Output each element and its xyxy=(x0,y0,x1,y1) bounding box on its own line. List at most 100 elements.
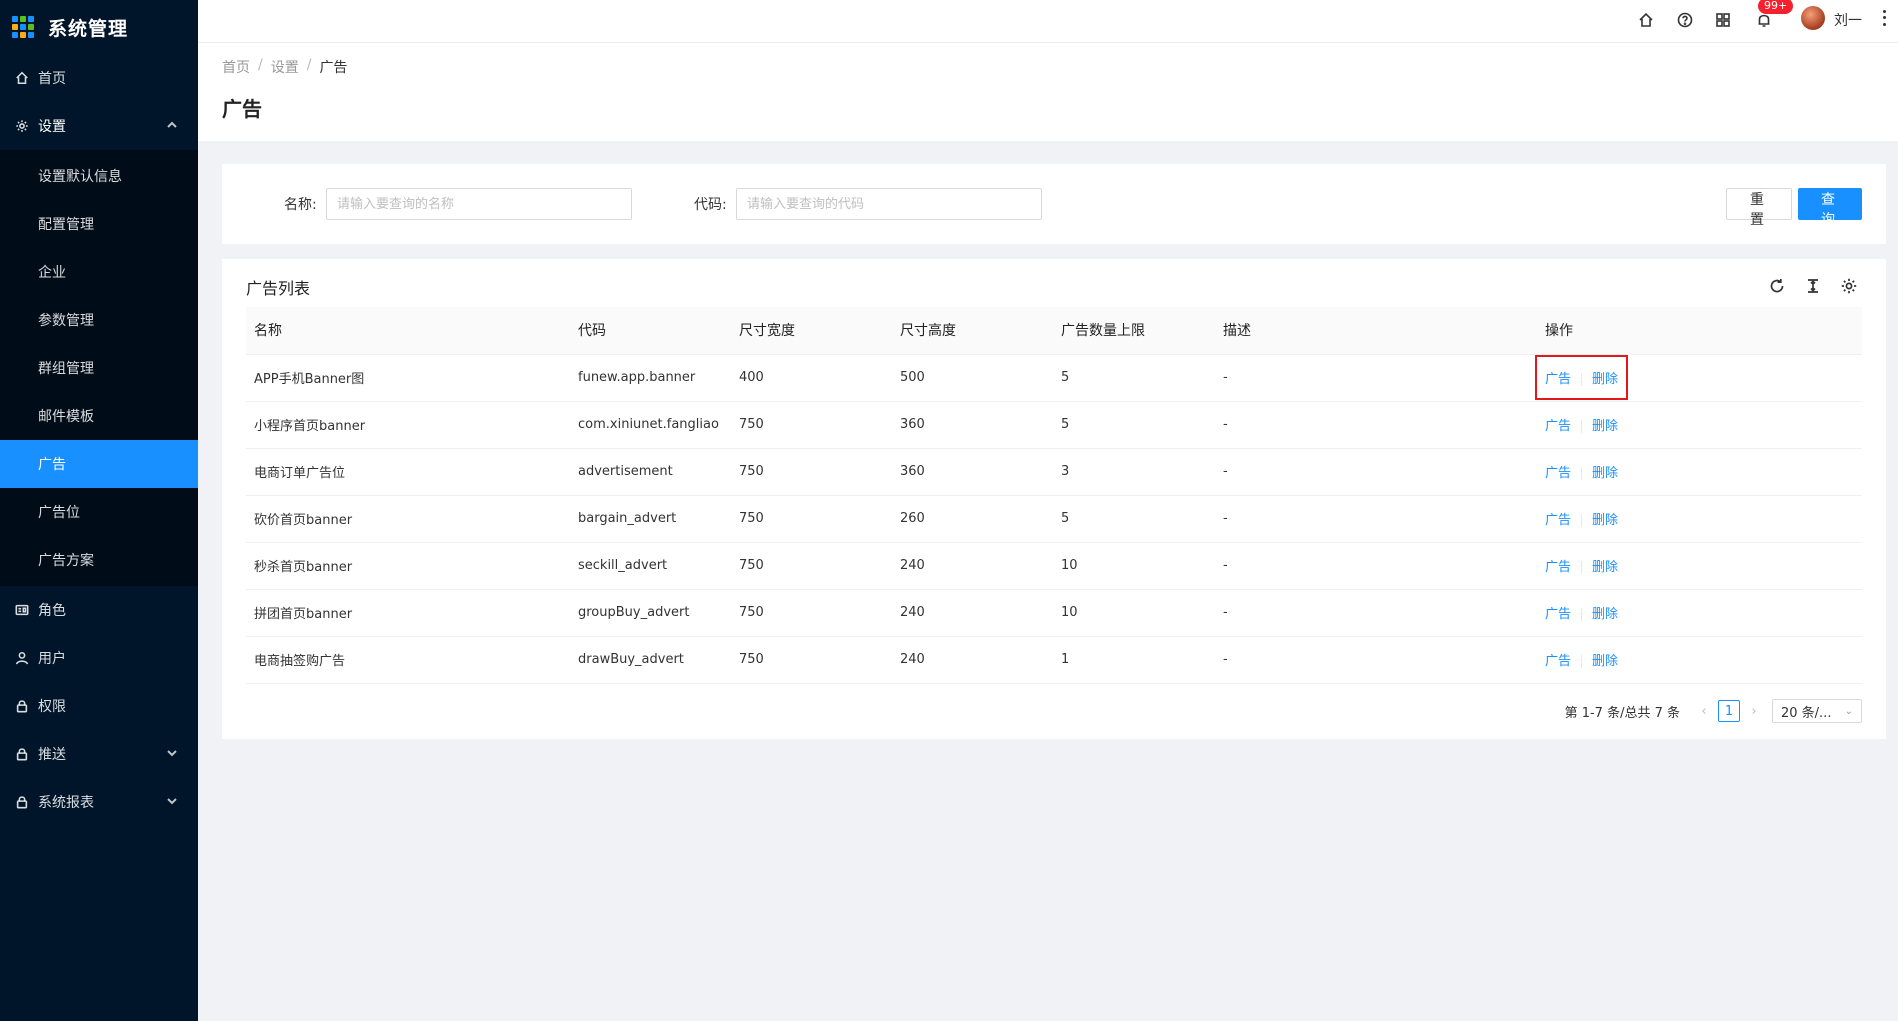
pagination-total: 第 1-7 条/总共 7 条 xyxy=(1564,705,1680,721)
sidebar-item-push[interactable]: 推送 xyxy=(0,730,198,778)
gear-icon xyxy=(14,118,30,134)
sidebar-item-config[interactable]: 配置管理 xyxy=(0,200,198,248)
settings-icon[interactable] xyxy=(1838,275,1860,297)
sidebar-item-permissions[interactable]: 权限 xyxy=(0,682,198,730)
breadcrumb-home[interactable]: 首页 xyxy=(222,57,250,77)
cell-code: com.xiniunet.fangliao xyxy=(570,401,731,449)
app-grid-logo-icon xyxy=(12,16,34,38)
table-row: 秒杀首页banner seckill_advert 750 240 10- 广告 删除 xyxy=(246,542,1862,590)
column-header-description[interactable]: 描述 xyxy=(1215,307,1537,355)
column-header-height[interactable]: 尺寸高度 xyxy=(892,307,1053,355)
settings-submenu: 设置默认信息 配置管理 企业 参数管理 群组管理 邮件模板 广告 广告位 广告方… xyxy=(0,150,198,586)
cell-max-count: 1 xyxy=(1053,636,1215,684)
delete-action-link[interactable]: 删除 xyxy=(1592,513,1618,528)
breadcrumb-settings[interactable]: 设置 xyxy=(271,57,299,77)
delete-action-link[interactable]: 删除 xyxy=(1592,560,1618,575)
delete-action-link[interactable]: 删除 xyxy=(1592,607,1618,622)
row-actions: 广告 删除 xyxy=(1545,509,1618,528)
app-title: 系统管理 xyxy=(48,17,129,40)
sidebar-item-reports[interactable]: 系统报表 xyxy=(0,778,198,826)
advert-action-link[interactable]: 广告 xyxy=(1545,560,1571,575)
cell-height: 240 xyxy=(892,636,1053,684)
user-icon xyxy=(14,650,30,666)
action-divider xyxy=(1581,655,1583,668)
advert-action-link[interactable]: 广告 xyxy=(1545,513,1571,528)
action-divider xyxy=(1581,420,1583,433)
id-card-icon xyxy=(14,602,30,618)
row-actions: 广告 删除 xyxy=(1545,415,1618,434)
logo[interactable]: 系统管理 xyxy=(0,0,198,54)
page-size-select[interactable]: 20 条/... ⌄ xyxy=(1772,699,1862,723)
refresh-icon[interactable] xyxy=(1766,275,1788,297)
chevron-down-icon: ⌄ xyxy=(1844,705,1853,717)
query-button[interactable]: 查询 xyxy=(1798,188,1862,228)
cell-height: 240 xyxy=(892,589,1053,637)
sidebar-item-label: 首页 xyxy=(38,71,66,87)
column-header-max-count[interactable]: 广告数量上限 xyxy=(1053,307,1215,355)
cell-name: 拼团首页banner xyxy=(246,589,570,637)
cell-description: - xyxy=(1215,495,1537,543)
next-page-icon[interactable]: › xyxy=(1744,701,1764,721)
avatar[interactable] xyxy=(1801,6,1825,30)
cell-width: 750 xyxy=(731,636,892,684)
column-header-code[interactable]: 代码 xyxy=(570,307,731,355)
cell-width: 750 xyxy=(731,589,892,637)
sidebar-item-default-info[interactable]: 设置默认信息 xyxy=(0,152,198,200)
username[interactable]: 刘一 xyxy=(1834,10,1862,30)
column-height-icon[interactable] xyxy=(1802,275,1824,297)
sidebar-item-groups[interactable]: 群组管理 xyxy=(0,344,198,392)
action-divider xyxy=(1581,467,1583,480)
code-search-input[interactable] xyxy=(736,188,1042,220)
more-vertical-icon[interactable] xyxy=(1881,8,1887,28)
delete-action-link[interactable]: 删除 xyxy=(1592,372,1618,387)
sidebar-item-advert-slot[interactable]: 广告位 xyxy=(0,488,198,536)
row-actions: 广告 删除 xyxy=(1545,650,1618,669)
cell-name: APP手机Banner图 xyxy=(246,354,570,402)
cell-actions: 广告 删除 xyxy=(1537,636,1862,684)
delete-action-link[interactable]: 删除 xyxy=(1592,466,1618,481)
cell-width: 750 xyxy=(731,448,892,496)
cell-height: 500 xyxy=(892,354,1053,402)
advert-table: 名称 代码 尺寸宽度 尺寸高度 广告数量上限 描述 操作 APP手机Banner… xyxy=(246,307,1862,684)
advert-action-link[interactable]: 广告 xyxy=(1545,466,1571,481)
lock-icon xyxy=(14,746,30,762)
help-icon[interactable] xyxy=(1675,10,1695,30)
cell-width: 750 xyxy=(731,401,892,449)
advert-action-link[interactable]: 广告 xyxy=(1545,372,1571,387)
advert-action-link[interactable]: 广告 xyxy=(1545,654,1571,669)
delete-action-link[interactable]: 删除 xyxy=(1592,654,1618,669)
breadcrumb-separator: / xyxy=(306,57,312,73)
delete-action-link[interactable]: 删除 xyxy=(1592,419,1618,434)
home-icon[interactable] xyxy=(1636,10,1656,30)
advert-action-link[interactable]: 广告 xyxy=(1545,607,1571,622)
table-title: 广告列表 xyxy=(246,279,311,298)
sidebar-item-settings[interactable]: 设置 xyxy=(0,102,198,150)
pagination: 第 1-7 条/总共 7 条 ‹ 1 › 20 条/... ⌄ xyxy=(1565,699,1862,723)
top-header: 99+ 刘一 xyxy=(198,0,1898,43)
sidebar-item-advert-plan[interactable]: 广告方案 xyxy=(0,536,198,584)
column-header-name[interactable]: 名称 xyxy=(246,307,570,355)
sidebar-item-users[interactable]: 用户 xyxy=(0,634,198,682)
sidebar-item-mail-template[interactable]: 邮件模板 xyxy=(0,392,198,440)
cell-name: 砍价首页banner xyxy=(246,495,570,543)
sidebar-item-params[interactable]: 参数管理 xyxy=(0,296,198,344)
sidebar-item-enterprise[interactable]: 企业 xyxy=(0,248,198,296)
reset-button[interactable]: 重置 xyxy=(1726,188,1792,228)
code-label: 代码: xyxy=(694,197,727,213)
row-actions: 广告 删除 xyxy=(1545,556,1618,575)
sidebar-item-advert[interactable]: 广告 xyxy=(0,440,198,488)
column-header-width[interactable]: 尺寸宽度 xyxy=(731,307,892,355)
prev-page-icon[interactable]: ‹ xyxy=(1694,701,1714,721)
page-number-current[interactable]: 1 xyxy=(1718,700,1740,722)
cell-code: advertisement xyxy=(570,448,731,496)
cell-name: 电商订单广告位 xyxy=(246,448,570,496)
cell-description: - xyxy=(1215,589,1537,637)
name-search-input[interactable] xyxy=(326,188,632,220)
sidebar-item-home[interactable]: 首页 xyxy=(0,54,198,102)
cell-description: - xyxy=(1215,448,1537,496)
cell-actions: 广告 删除 xyxy=(1537,448,1862,496)
apps-grid-icon[interactable] xyxy=(1713,10,1733,30)
cell-description: - xyxy=(1215,636,1537,684)
advert-action-link[interactable]: 广告 xyxy=(1545,419,1571,434)
sidebar-item-roles[interactable]: 角色 xyxy=(0,586,198,634)
